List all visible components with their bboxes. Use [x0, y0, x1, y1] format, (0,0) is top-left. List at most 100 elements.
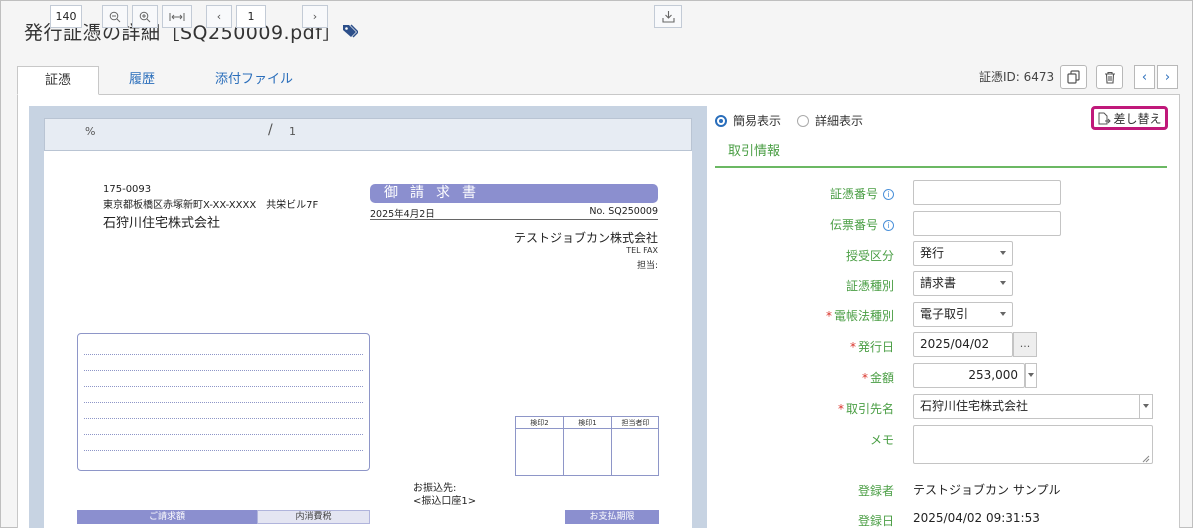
prev-record-button[interactable]: ‹ — [1134, 65, 1155, 89]
stamp-col: 検印1 — [564, 417, 612, 475]
info-icon[interactable]: i — [883, 189, 894, 200]
chevron-down-icon — [1000, 312, 1006, 316]
doc-tax-header: 内消費税 — [257, 510, 370, 524]
chevron-left-icon: ‹ — [1141, 69, 1148, 85]
voucher-id: 証憑ID: 6473 — [979, 70, 1055, 84]
replace-file-icon — [1098, 112, 1112, 124]
chevron-left-icon: ‹ — [216, 10, 222, 23]
memo-label: メモ — [869, 433, 894, 447]
doc-address: 東京都板橋区赤塚新町X-XX-XXXX 共栄ビル7F — [103, 200, 319, 211]
download-button[interactable] — [654, 5, 682, 28]
issue-date-label: * 発行日 — [849, 340, 894, 354]
radio-detail-view[interactable]: 詳細表示 — [797, 112, 863, 129]
doc-due-header: お支払期限 — [565, 510, 659, 524]
replace-button-label: 差し替え — [1113, 111, 1162, 126]
partner-input[interactable]: 石狩川住宅株式会社 — [913, 394, 1153, 419]
chevron-down-icon — [1143, 404, 1149, 408]
doc-banner: 御請求書 — [370, 184, 658, 203]
required-mark: * — [837, 402, 844, 416]
direction-select[interactable]: 発行 — [913, 241, 1013, 266]
doc-dotted-line — [84, 418, 363, 419]
doc-type-select[interactable]: 請求書 — [913, 271, 1013, 296]
next-record-button[interactable]: › — [1157, 65, 1178, 89]
section-title: 取引情報 — [728, 144, 781, 159]
ledger-type-select[interactable]: 電子取引 — [913, 302, 1013, 327]
doc-number: No. SQ250009 — [589, 206, 658, 217]
copy-button[interactable] — [1060, 65, 1087, 89]
memo-textarea[interactable] — [913, 425, 1153, 464]
slip-no-input[interactable] — [913, 211, 1061, 236]
chevron-right-icon: › — [312, 10, 318, 23]
download-icon — [661, 11, 675, 23]
chevron-right-icon: › — [1164, 69, 1171, 85]
amount-dropdown[interactable] — [1025, 363, 1037, 388]
tag-icon[interactable] — [342, 24, 360, 41]
slip-no-label: 伝票番号 i — [790, 216, 894, 233]
info-icon[interactable]: i — [883, 220, 894, 231]
direction-value: 発行 — [920, 246, 945, 260]
page-separator: / — [268, 122, 273, 138]
registrant-value: テストジョブカン サンプル — [913, 483, 1061, 497]
date-picker-button[interactable]: ... — [1013, 332, 1037, 357]
stamp-header: 担当者印 — [612, 417, 659, 429]
resize-handle-icon[interactable] — [1142, 455, 1150, 463]
ledger-type-label: * 電帳法種別 — [825, 309, 894, 323]
voucher-no-input[interactable] — [913, 180, 1061, 205]
doc-furikomi-value: <振込口座1> — [413, 496, 477, 507]
doc-client: 石狩川住宅株式会社 — [103, 216, 221, 231]
chevron-down-icon — [1028, 373, 1034, 377]
tab-history[interactable]: 履歴 — [107, 66, 177, 95]
doc-divider — [370, 219, 658, 220]
zoom-input[interactable]: 140 — [50, 5, 82, 28]
delete-button[interactable] — [1096, 65, 1123, 89]
zoom-unit: % — [85, 125, 96, 138]
radio-simple-view[interactable]: 簡易表示 — [715, 112, 781, 129]
page-input[interactable]: 1 — [236, 5, 266, 28]
voucher-no-label: 証憑番号 i — [790, 185, 894, 202]
issue-date-input[interactable]: 2025/04/02 — [913, 332, 1013, 357]
ledger-type-value: 電子取引 — [920, 307, 969, 321]
amount-input[interactable]: 253,000 — [913, 363, 1025, 388]
tab-attachments[interactable]: 添付ファイル — [199, 66, 309, 95]
registrant-label: 登録者 — [857, 484, 894, 498]
doc-type-label: 証憑種別 — [845, 279, 894, 293]
tab-voucher[interactable]: 証憑 — [17, 66, 99, 95]
doc-dotted-line — [84, 450, 363, 451]
doc-stamp-table: 検印2 検印1 担当者印 — [515, 416, 659, 476]
partner-dropdown[interactable] — [1139, 394, 1153, 419]
partner-label: * 取引先名 — [837, 402, 894, 416]
doc-type-value: 請求書 — [920, 276, 957, 290]
viewer-toolbar — [44, 118, 692, 151]
radio-label: 簡易表示 — [733, 114, 782, 128]
required-mark: * — [849, 340, 856, 354]
doc-dotted-line — [84, 386, 363, 387]
doc-amount-header: ご請求額 — [77, 510, 257, 524]
stamp-header: 検印2 — [516, 417, 563, 429]
radio-selected-icon — [715, 114, 727, 127]
zoom-out-icon — [109, 11, 121, 22]
fit-width-button[interactable] — [162, 5, 192, 28]
doc-dotted-line — [84, 402, 363, 403]
stamp-col: 担当者印 — [612, 417, 660, 475]
trash-icon — [1104, 71, 1115, 84]
replace-button[interactable]: 差し替え — [1091, 106, 1168, 130]
doc-telfax: TEL FAX — [626, 246, 658, 255]
direction-label: 授受区分 — [845, 249, 894, 263]
doc-issuer: テストジョブカン株式会社 — [513, 231, 658, 245]
radio-unselected-icon — [797, 114, 809, 127]
doc-address-box — [77, 333, 370, 471]
zoom-out-button[interactable] — [102, 5, 128, 28]
amount-label: * 金額 — [861, 371, 894, 385]
zoom-in-button[interactable] — [132, 5, 158, 28]
radio-label: 詳細表示 — [815, 114, 864, 128]
next-page-button[interactable]: › — [302, 5, 328, 28]
section-divider — [715, 166, 1167, 168]
registered-date-value: 2025/04/02 09:31:53 — [913, 511, 1040, 525]
doc-dotted-line — [84, 354, 363, 355]
required-mark: * — [825, 309, 832, 323]
doc-postal: 175-0093 — [103, 184, 152, 195]
doc-dotted-line — [84, 434, 363, 435]
doc-dotted-line — [84, 370, 363, 371]
prev-page-button[interactable]: ‹ — [206, 5, 232, 28]
doc-tanto: 担当: — [636, 261, 658, 271]
